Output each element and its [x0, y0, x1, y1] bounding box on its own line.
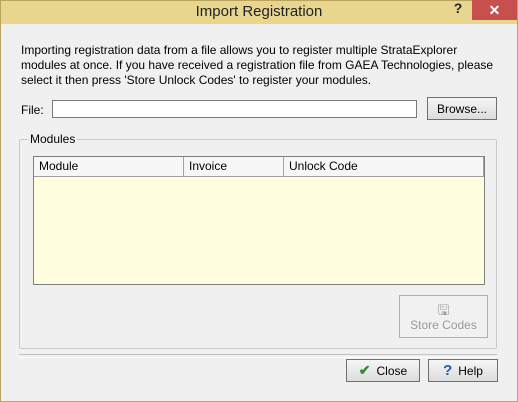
import-registration-window: Import Registration ? ✕ Importing regist…: [0, 0, 518, 402]
close-label: Close: [376, 363, 408, 378]
file-path-input[interactable]: [52, 100, 417, 118]
grid-header: Module Invoice Unlock Code: [34, 157, 484, 177]
modules-grid[interactable]: Module Invoice Unlock Code: [33, 156, 485, 285]
title-bar: Import Registration ? ✕: [1, 0, 517, 24]
column-header-module[interactable]: Module: [34, 157, 184, 176]
divider: [19, 354, 497, 358]
title-help-button[interactable]: ?: [447, 0, 469, 20]
save-disk-icon: 🖫: [437, 301, 450, 318]
modules-group-label: Modules: [28, 132, 78, 146]
checkmark-icon: ✔: [358, 362, 371, 378]
dialog-body: Importing registration data from a file …: [9, 25, 509, 395]
intro-text: Importing registration data from a file …: [21, 43, 494, 87]
browse-button[interactable]: Browse...: [427, 97, 497, 120]
browse-label: Browse...: [436, 101, 487, 116]
question-icon: ?: [443, 362, 453, 379]
store-codes-label: Store Codes: [410, 317, 477, 332]
file-label: File:: [21, 103, 44, 117]
close-button[interactable]: ✔ Close: [346, 359, 420, 382]
help-label: Help: [458, 363, 483, 378]
column-header-invoice[interactable]: Invoice: [184, 157, 284, 176]
column-header-unlock-code[interactable]: Unlock Code: [284, 157, 484, 176]
help-button[interactable]: ? Help: [428, 359, 498, 382]
window-title: Import Registration: [195, 3, 323, 20]
store-codes-button[interactable]: 🖫 Store Codes: [399, 295, 488, 338]
title-close-button[interactable]: ✕: [472, 0, 517, 20]
